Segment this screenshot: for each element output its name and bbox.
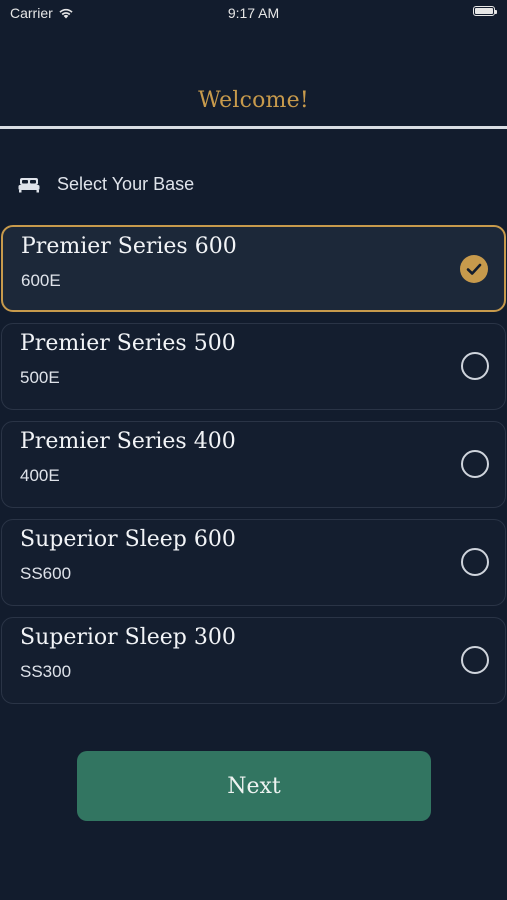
option-name: Superior Sleep 300 [20,625,236,650]
base-option-list: Premier Series 600 600E Premier Series 5… [1,225,506,715]
check-icon[interactable] [460,255,488,283]
bed-icon [18,177,40,192]
section-label: Select Your Base [57,174,195,194]
page-title: Welcome! [198,88,309,113]
battery-level [475,8,493,14]
status-time: 9:17 AM [227,5,280,21]
battery-icon [473,6,497,16]
base-option-premier-400[interactable]: Premier Series 400 400E [1,421,506,508]
base-option-superior-600[interactable]: Superior Sleep 600 SS600 [1,519,506,606]
option-code: SS600 [20,564,72,583]
status-bar: Carrier 9:17 AM [0,0,507,26]
option-code: 500E [20,368,60,387]
option-name: Premier Series 500 [20,331,236,356]
radio-icon[interactable] [461,646,489,674]
option-code: 600E [21,271,61,290]
status-right [473,6,497,16]
next-button[interactable]: Next [77,751,431,821]
option-name: Premier Series 400 [20,429,236,454]
option-code: 400E [20,466,60,485]
option-code: SS300 [20,662,72,681]
title-divider [0,126,507,129]
radio-icon[interactable] [461,548,489,576]
option-name: Superior Sleep 600 [20,527,236,552]
radio-icon[interactable] [461,450,489,478]
base-option-premier-600[interactable]: Premier Series 600 600E [1,225,506,312]
base-option-superior-300[interactable]: Superior Sleep 300 SS300 [1,617,506,704]
radio-icon[interactable] [461,352,489,380]
section-header: Select Your Base [18,174,194,195]
option-name: Premier Series 600 [21,234,237,259]
base-option-premier-500[interactable]: Premier Series 500 500E [1,323,506,410]
